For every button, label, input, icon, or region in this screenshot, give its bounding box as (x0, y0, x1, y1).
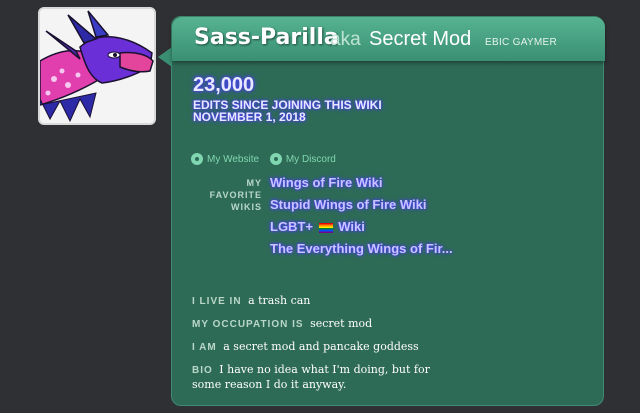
rainbow-flag-icon (318, 222, 333, 233)
fact-lives-in: I LIVE IN a trash can (192, 294, 452, 309)
website-link[interactable]: My Website (191, 153, 259, 165)
username: Sass-Parilla (194, 25, 339, 50)
fact-value: a secret mod and pancake goddess (223, 340, 419, 353)
aka-label: aka (330, 29, 361, 50)
fact-i-am: I AM a secret mod and pancake goddess (192, 340, 452, 355)
fact-label: BIO (192, 365, 213, 376)
fact-label: I AM (192, 342, 217, 353)
favorite-label-line3: WIKIS (231, 202, 262, 212)
website-link-label: My Website (207, 153, 260, 165)
profile-header: Sass-Parilla aka Secret Mod EBIC GAYMER (172, 17, 605, 61)
favorite-label-line2: FAVORITE (209, 190, 262, 200)
favorite-label-line1: MY (246, 178, 262, 188)
discord-link-label: My Discord (285, 153, 336, 165)
user-tag: EBIC GAYMER (485, 37, 558, 48)
dragon-avatar-icon (40, 9, 154, 123)
card-pointer (158, 47, 172, 67)
favorite-wiki-link-label: LGBT+ (270, 219, 313, 234)
fact-value: a trash can (248, 294, 311, 307)
fact-label: I LIVE IN (192, 296, 242, 307)
discord-icon (269, 153, 282, 165)
favorite-wikis-label: MY FAVORITE WIKIS (192, 177, 262, 213)
profile-facts: I LIVE IN a trash can MY OCCUPATION IS s… (192, 294, 452, 400)
website-icon (191, 153, 203, 165)
favorite-wiki-link[interactable]: LGBT+ Wiki (270, 219, 453, 241)
edit-count: 23,000 (193, 74, 255, 96)
profile-links: My Website My Discord (191, 153, 344, 168)
profile-card: Sass-Parilla aka Secret Mod EBIC GAYMER … (158, 16, 605, 406)
favorite-wiki-link[interactable]: Stupid Wings of Fire Wiki (270, 197, 453, 219)
favorite-wiki-link[interactable]: Wings of Fire Wiki (270, 175, 453, 197)
fact-value: secret mod (310, 317, 373, 330)
fact-bio: BIO I have no idea what I'm doing, but f… (192, 363, 452, 392)
favorite-wikis-list: Wings of Fire Wiki Stupid Wings of Fire … (270, 175, 453, 263)
favorite-wiki-link-label: Wiki (338, 219, 365, 234)
fact-label: MY OCCUPATION IS (192, 319, 304, 330)
discord-link[interactable]: My Discord (269, 153, 336, 165)
edit-count-caption: EDITS SINCE JOINING THIS WIKI NOVEMBER 1… (193, 99, 382, 123)
favorite-wiki-link[interactable]: The Everything Wings of Fir... (270, 241, 453, 263)
avatar[interactable] (38, 7, 156, 125)
alt-name: Secret Mod (369, 28, 472, 50)
fact-value: I have no idea what I'm doing, but for s… (192, 363, 430, 391)
fact-occupation: MY OCCUPATION IS secret mod (192, 317, 452, 332)
edit-count-date: NOVEMBER 1, 2018 (193, 110, 306, 124)
